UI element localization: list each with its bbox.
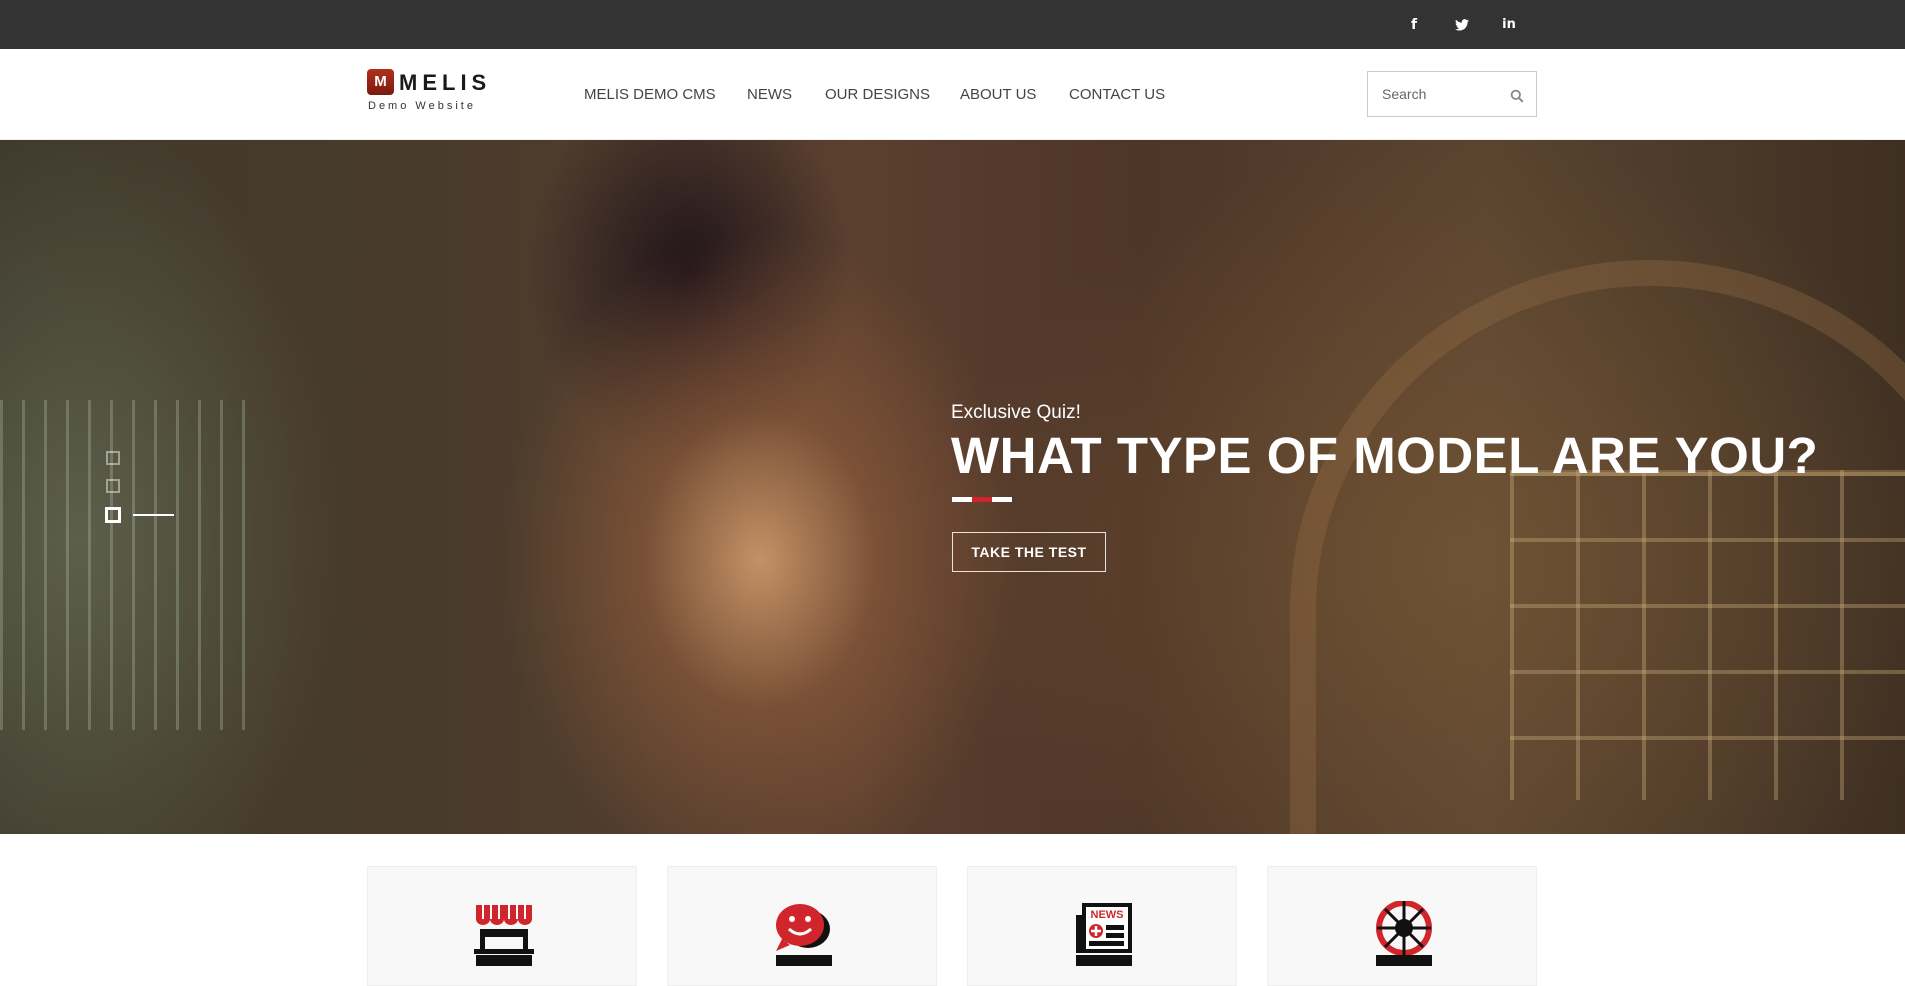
logo-mark: M (367, 69, 394, 95)
nav-item-our-designs[interactable]: OUR DESIGNS (825, 49, 930, 140)
feature-card-shop[interactable] (367, 866, 637, 986)
hero-slider: Exclusive Quiz! WHAT TYPE OF MODEL ARE Y… (0, 140, 1905, 834)
hero-background-staircase (0, 400, 260, 730)
nav-item-news[interactable]: NEWS (747, 49, 792, 140)
shop-stand-icon (474, 905, 534, 966)
nav-item-melis-demo-cms[interactable]: MELIS DEMO CMS (584, 49, 716, 140)
site-header: M MELIS Demo Website MELIS DEMO CMS NEWS… (0, 49, 1905, 140)
newspaper-icon: NEWS (1076, 903, 1132, 966)
feature-card-chat[interactable] (667, 866, 937, 986)
logo-wordmark: MELIS (399, 70, 492, 95)
feature-card-news[interactable]: NEWS (967, 866, 1237, 986)
helm-wheel-icon (1376, 901, 1432, 966)
feature-card-helm[interactable] (1267, 866, 1537, 986)
search-box (1367, 71, 1537, 117)
nav-item-about-us[interactable]: ABOUT US (960, 49, 1036, 140)
facebook-icon[interactable]: f (1399, 0, 1429, 49)
svg-text:NEWS: NEWS (1091, 909, 1124, 921)
slide-indicator-3-active[interactable] (105, 507, 121, 523)
logo-subtitle: Demo Website (368, 100, 476, 112)
twitter-icon[interactable] (1447, 0, 1477, 49)
top-social-bar: f in (0, 0, 1905, 49)
hero-title: WHAT TYPE OF MODEL ARE YOU? (951, 427, 1819, 484)
site-logo[interactable]: M MELIS Demo Website (367, 69, 497, 115)
hero-accent-bars (952, 497, 1012, 502)
nav-item-contact-us[interactable]: CONTACT US (1069, 49, 1165, 140)
chat-bubble-icon (776, 904, 832, 966)
search-icon[interactable] (1510, 89, 1524, 103)
slide-indicator-2[interactable] (106, 479, 120, 493)
take-the-test-button[interactable]: TAKE THE TEST (952, 532, 1106, 572)
linkedin-icon[interactable]: in (1494, 0, 1524, 49)
hero-background-window (1510, 470, 1905, 800)
hero-kicker: Exclusive Quiz! (951, 402, 1081, 423)
slide-indicator-1[interactable] (106, 451, 120, 465)
active-slide-line (133, 514, 174, 516)
search-input[interactable] (1368, 72, 1508, 116)
